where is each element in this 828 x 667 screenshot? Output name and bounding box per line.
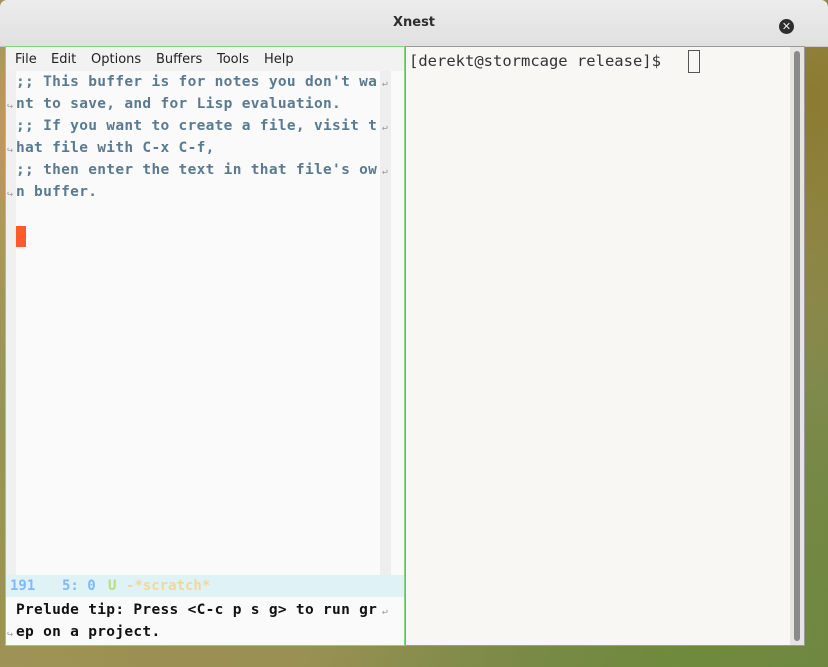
window-client-area: File Edit Options Buffers Tools Help ;; …: [0, 46, 828, 667]
window-title: Xnest: [392, 15, 436, 30]
wrap-right-icon: ↩: [382, 123, 389, 134]
minibuffer[interactable]: Prelude tip: Press <C-c p s g> to run gr…: [6, 597, 404, 645]
terminal-scrollbar[interactable]: [790, 47, 804, 645]
editor-scrollbar[interactable]: [380, 71, 391, 575]
terminal-scrollbar-thumb[interactable]: [794, 51, 800, 641]
menu-options[interactable]: Options: [91, 52, 141, 67]
emacs-menubar: File Edit Options Buffers Tools Help: [6, 47, 404, 71]
menu-tools[interactable]: Tools: [217, 52, 249, 67]
minibuffer-line-2: ep on a project.: [16, 624, 161, 640]
wrap-right-icon: ↩: [382, 79, 389, 90]
text-cursor: [16, 226, 26, 247]
title-bar[interactable]: Xnest ✕: [0, 0, 828, 46]
editor-area[interactable]: ;; This buffer is for notes you don't wa…: [6, 71, 404, 575]
wrap-left-icon: ↪: [7, 145, 14, 156]
buffer-line-1: ;; This buffer is for notes you don't wa: [16, 74, 378, 90]
menu-buffers[interactable]: Buffers: [156, 52, 202, 67]
buffer-line-2: nt to save, and for Lisp evaluation.: [16, 96, 342, 112]
wrap-right-icon: ↩: [382, 167, 389, 178]
modeline-position: 5: 0: [62, 578, 96, 594]
modeline-flags: U: [108, 578, 117, 594]
modeline-line-number: 191: [10, 578, 36, 594]
wrap-left-icon: ↪: [7, 189, 14, 200]
emacs-frame: File Edit Options Buffers Tools Help ;; …: [5, 46, 405, 646]
wrap-left-icon: ↪: [7, 629, 14, 640]
modeline-buffer-name: -*scratch*: [126, 578, 211, 594]
buffer-line-4: hat file with C-x C-f,: [16, 140, 215, 156]
mode-line[interactable]: 191 5: 0 U -*scratch*: [6, 575, 404, 597]
menu-help[interactable]: Help: [264, 52, 294, 67]
wrap-right-icon: ↩: [382, 607, 389, 618]
menu-edit[interactable]: Edit: [51, 52, 76, 67]
close-icon[interactable]: ✕: [779, 19, 794, 34]
terminal-pane[interactable]: [derekt@stormcage release]$: [405, 46, 805, 646]
terminal-cursor: [688, 50, 700, 73]
buffer-line-5: ;; then enter the text in that file's ow: [16, 162, 378, 178]
wrap-left-icon: ↪: [7, 101, 14, 112]
minibuffer-line-1: Prelude tip: Press <C-c p s g> to run gr: [16, 602, 378, 618]
buffer-line-3: ;; If you want to create a file, visit t: [16, 118, 378, 134]
xnest-window: Xnest ✕ File Edit Options Buffers Tools …: [0, 0, 828, 667]
shell-prompt: [derekt@stormcage release]$: [409, 52, 661, 70]
buffer-line-6: n buffer.: [16, 184, 98, 200]
menu-file[interactable]: File: [15, 52, 37, 67]
